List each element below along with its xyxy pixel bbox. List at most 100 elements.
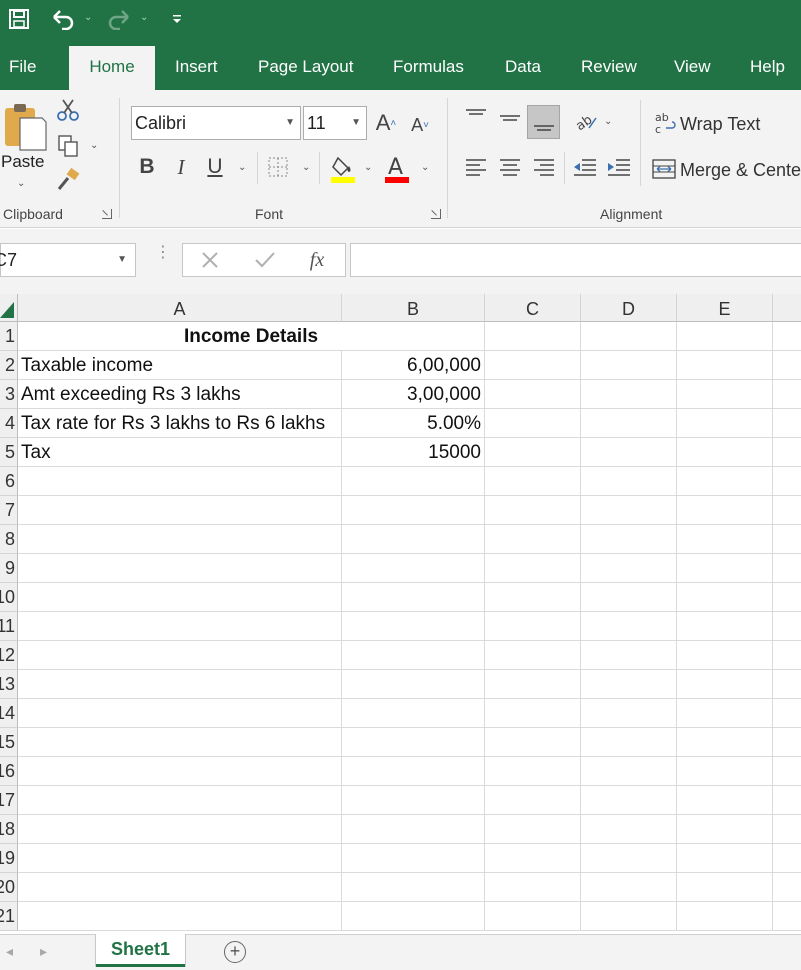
cell-e16[interactable] — [677, 757, 773, 786]
row-header-11[interactable]: 11 — [0, 612, 18, 641]
cell-b10[interactable] — [342, 583, 485, 612]
cell-a2[interactable]: Taxable income — [18, 351, 342, 380]
cell-e13[interactable] — [677, 670, 773, 699]
align-left-icon[interactable] — [464, 156, 488, 180]
paste-label[interactable]: Paste — [1, 152, 44, 172]
cell-e10[interactable] — [677, 583, 773, 612]
cell-b20[interactable] — [342, 873, 485, 902]
cell-e2[interactable] — [677, 351, 773, 380]
cell-d5[interactable] — [581, 438, 677, 467]
align-right-icon[interactable] — [532, 156, 556, 180]
cell-d20[interactable] — [581, 873, 677, 902]
cell-c14[interactable] — [485, 699, 581, 728]
cell-c3[interactable] — [485, 380, 581, 409]
cell-f10[interactable] — [773, 583, 801, 612]
previous-sheet-icon[interactable]: ◂ — [6, 943, 13, 960]
cell-d11[interactable] — [581, 612, 677, 641]
borders-icon[interactable] — [267, 156, 289, 178]
tab-page-layout[interactable]: Page Layout — [258, 44, 353, 90]
cell-b6[interactable] — [342, 467, 485, 496]
name-box-dropdown-icon[interactable]: ▼ — [117, 244, 127, 276]
cell-d7[interactable] — [581, 496, 677, 525]
cell-c18[interactable] — [485, 815, 581, 844]
orientation-icon[interactable]: ab — [573, 108, 599, 134]
cell-a19[interactable] — [18, 844, 342, 873]
font-size-combo[interactable]: 11 ▼ — [303, 106, 367, 140]
cell-f15[interactable] — [773, 728, 801, 757]
font-color-dropdown-icon[interactable]: ⌄ — [421, 162, 429, 173]
cell-e3[interactable] — [677, 380, 773, 409]
cell-f21[interactable] — [773, 902, 801, 931]
underline-dropdown-icon[interactable]: ⌄ — [238, 162, 246, 173]
cell-c11[interactable] — [485, 612, 581, 641]
cell-b2[interactable]: 6,00,000 — [342, 351, 485, 380]
cell-c7[interactable] — [485, 496, 581, 525]
cell-c8[interactable] — [485, 525, 581, 554]
row-header-3[interactable]: 3 — [0, 380, 18, 409]
cell-d8[interactable] — [581, 525, 677, 554]
cell-d18[interactable] — [581, 815, 677, 844]
cell-c20[interactable] — [485, 873, 581, 902]
wrap-text-icon[interactable]: ab c — [654, 110, 676, 136]
cell-e11[interactable] — [677, 612, 773, 641]
cell-d21[interactable] — [581, 902, 677, 931]
row-header-14[interactable]: 14 — [0, 699, 18, 728]
column-header-b[interactable]: B — [342, 294, 485, 322]
row-header-7[interactable]: 7 — [0, 496, 18, 525]
cut-icon[interactable] — [57, 98, 79, 122]
row-header-18[interactable]: 18 — [0, 815, 18, 844]
row-header-5[interactable]: 5 — [0, 438, 18, 467]
paste-dropdown-icon[interactable]: ⌄ — [17, 178, 25, 189]
formula-bar-grip-icon[interactable]: ⋮ — [155, 245, 171, 261]
row-header-2[interactable]: 2 — [0, 351, 18, 380]
cell-a13[interactable] — [18, 670, 342, 699]
cell-d14[interactable] — [581, 699, 677, 728]
tab-insert[interactable]: Insert — [175, 44, 218, 90]
bold-button[interactable]: B — [136, 152, 158, 182]
tab-view[interactable]: View — [674, 44, 711, 90]
new-sheet-icon[interactable]: + — [224, 941, 246, 963]
cell-d1[interactable] — [581, 322, 677, 351]
row-header-9[interactable]: 9 — [0, 554, 18, 583]
cell-a8[interactable] — [18, 525, 342, 554]
top-align-icon[interactable] — [464, 106, 488, 130]
cancel-icon[interactable] — [200, 250, 220, 270]
cell-a1-merged[interactable]: Income Details — [18, 322, 485, 351]
sheet-tab-sheet1[interactable]: Sheet1 — [96, 934, 185, 967]
cell-c4[interactable] — [485, 409, 581, 438]
cell-a10[interactable] — [18, 583, 342, 612]
italic-button[interactable]: I — [170, 152, 192, 182]
enter-icon[interactable] — [254, 250, 276, 270]
cell-d19[interactable] — [581, 844, 677, 873]
cell-f1[interactable] — [773, 322, 801, 351]
font-name-dropdown-icon[interactable]: ▼ — [285, 107, 295, 139]
cell-e20[interactable] — [677, 873, 773, 902]
copy-icon[interactable] — [57, 134, 81, 158]
cell-f9[interactable] — [773, 554, 801, 583]
row-header-19[interactable]: 19 — [0, 844, 18, 873]
column-header-c[interactable]: C — [485, 294, 581, 322]
next-sheet-icon[interactable]: ▸ — [40, 943, 47, 960]
cell-c16[interactable] — [485, 757, 581, 786]
cell-b9[interactable] — [342, 554, 485, 583]
fill-color-dropdown-icon[interactable]: ⌄ — [364, 162, 372, 173]
cell-f13[interactable] — [773, 670, 801, 699]
cell-b14[interactable] — [342, 699, 485, 728]
cell-b7[interactable] — [342, 496, 485, 525]
cell-f20[interactable] — [773, 873, 801, 902]
column-header-d[interactable]: D — [581, 294, 677, 322]
tab-data[interactable]: Data — [505, 44, 541, 90]
font-color-icon[interactable]: A — [384, 154, 410, 184]
cell-d13[interactable] — [581, 670, 677, 699]
row-header-8[interactable]: 8 — [0, 525, 18, 554]
customize-qat-icon[interactable] — [170, 6, 184, 32]
merge-center-button[interactable]: Merge & Cente — [680, 160, 801, 181]
clipboard-launcher-icon[interactable] — [102, 209, 112, 219]
cell-f11[interactable] — [773, 612, 801, 641]
cell-a3[interactable]: Amt exceeding Rs 3 lakhs — [18, 380, 342, 409]
cell-f3[interactable] — [773, 380, 801, 409]
cell-e12[interactable] — [677, 641, 773, 670]
cell-e21[interactable] — [677, 902, 773, 931]
bottom-align-icon[interactable] — [527, 105, 560, 139]
tab-review[interactable]: Review — [581, 44, 637, 90]
